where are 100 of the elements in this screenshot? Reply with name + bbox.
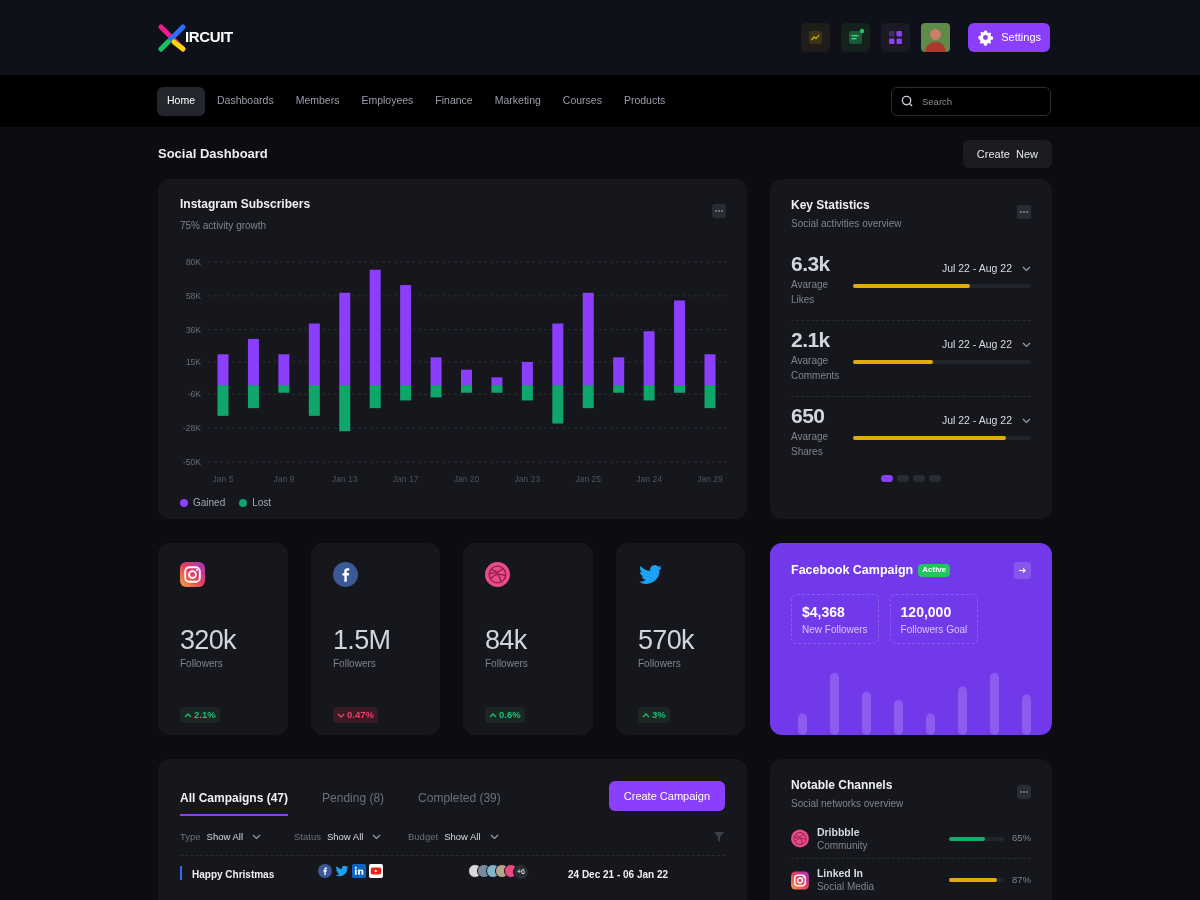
stat-label: Avarage Likes <box>791 278 830 307</box>
nav-tab[interactable]: Home <box>157 86 205 116</box>
chart-bar <box>798 713 807 735</box>
axis-label: 58K <box>185 290 201 301</box>
follower-count: 570k <box>638 624 696 656</box>
stat-value: 2.1k <box>791 327 831 353</box>
follower-count: 84k <box>485 624 528 656</box>
follower-label: Followers <box>180 657 224 671</box>
stat-label: Avarage Comments <box>791 354 841 383</box>
instagram-icon <box>180 562 205 587</box>
card-subtitle: Social activities overview <box>791 217 902 231</box>
linkedin-icon <box>352 864 366 879</box>
filter-label: Status <box>294 830 321 844</box>
settings-icon <box>977 29 995 46</box>
campaign-tab[interactable]: Completed (39) <box>418 789 501 816</box>
search-field[interactable]: Search <box>891 86 1051 116</box>
twitter-icon <box>638 562 663 587</box>
filter-dropdown[interactable]: Show All <box>444 830 499 845</box>
chart-bar <box>926 713 935 735</box>
channel-name: Linked In <box>816 866 864 880</box>
filter-dropdown[interactable]: Show All <box>326 830 382 845</box>
chevron-down-icon <box>252 834 262 841</box>
legend-label: Gained <box>193 496 226 510</box>
more-button[interactable] <box>1017 205 1031 219</box>
filter-dropdown[interactable]: Show All <box>206 830 262 845</box>
campaign-name: Happy Christmas <box>192 869 275 881</box>
avatar[interactable] <box>921 23 951 52</box>
chevron-down-icon <box>489 834 499 841</box>
chart-bar <box>491 377 503 386</box>
chevron-down-icon[interactable] <box>1022 341 1031 348</box>
axis-label: Jan 5 <box>212 474 234 484</box>
nav-tab[interactable]: Dashboards <box>207 86 284 116</box>
channel-category: Social Media <box>816 880 876 894</box>
nav-tab[interactable]: Employees <box>351 86 424 116</box>
apps-button[interactable] <box>881 23 911 52</box>
create-campaign-button[interactable]: Create Campaign <box>608 781 725 811</box>
more-button[interactable] <box>1017 785 1031 799</box>
filter-label: Type <box>180 830 201 844</box>
chart-bar <box>1022 694 1031 735</box>
chart-bar <box>217 385 229 416</box>
chart-bar <box>958 686 967 735</box>
more-button[interactable] <box>712 204 726 218</box>
nav-tab[interactable]: Marketing <box>484 86 551 116</box>
channel-percent: 87% <box>1012 872 1031 887</box>
chart-bar <box>990 672 999 735</box>
axis-label: -28K <box>183 423 201 434</box>
card-title: Facebook Campaign <box>791 562 914 579</box>
chart-bar <box>704 354 716 386</box>
card-title: Instagram Subscribers <box>180 196 311 213</box>
axis-label: Jan 25 <box>575 474 601 484</box>
follower-label: Followers <box>333 657 377 671</box>
axis-label: 36K <box>185 324 201 335</box>
arrow-up-icon <box>489 711 497 719</box>
card-subtitle: 75% activity growth <box>180 219 268 233</box>
arrow-button[interactable] <box>1014 561 1031 579</box>
stat-label: Avarage Shares <box>791 430 830 459</box>
stat-value: 120,000 <box>900 602 953 621</box>
campaign-tab[interactable]: All Campaigns (47) <box>180 789 289 816</box>
chart-bar <box>894 699 903 735</box>
nav-tab[interactable]: Finance <box>425 86 483 116</box>
nav-tab[interactable]: Products <box>613 86 676 116</box>
arrow-up-icon <box>184 711 192 719</box>
follower-label: Followers <box>485 657 529 671</box>
campaign-dates: 24 Dec 21 - 06 Jan 22 <box>568 869 669 881</box>
nav-tab[interactable]: Courses <box>552 86 612 116</box>
channel-percent: 65% <box>1012 831 1031 846</box>
chevron-down-icon[interactable] <box>1022 265 1031 272</box>
chart-bar <box>830 672 839 735</box>
filter-label: Budget <box>408 830 439 844</box>
youtube-icon <box>369 864 383 879</box>
axis-label: -50K <box>183 457 201 467</box>
change-badge: 2.1% <box>180 707 220 723</box>
chart-bar <box>862 691 871 735</box>
status-badge: Active <box>918 563 951 577</box>
arrow-up-icon <box>642 711 650 719</box>
date-range: Jul 22 - Aug 22 <box>941 413 1012 428</box>
stat-value: 6.3k <box>791 251 831 277</box>
logo-icon <box>157 22 187 53</box>
row-accent <box>180 866 182 881</box>
arrow-down-icon <box>337 711 345 719</box>
create-new-button[interactable]: Create New <box>962 140 1052 168</box>
chevron-down-icon[interactable] <box>1022 417 1031 424</box>
change-badge: 3% <box>638 707 670 723</box>
settings-button[interactable]: Settings <box>968 23 1050 52</box>
facebook-icon <box>318 864 332 879</box>
twitter-icon <box>335 864 349 879</box>
change-badge: 0.6% <box>485 707 525 723</box>
chart-button[interactable] <box>801 23 831 52</box>
nav-tab[interactable]: Members <box>285 86 350 116</box>
channel-category: Community <box>816 838 869 853</box>
message-button[interactable] <box>841 23 871 52</box>
stat-value: $4,368 <box>802 602 846 621</box>
chart-bar <box>704 385 716 409</box>
campaign-tab[interactable]: Pending (8) <box>322 789 385 816</box>
dribbble-icon <box>485 562 510 587</box>
instagram-icon <box>791 869 809 891</box>
logo-text: IRCUIT <box>185 27 233 48</box>
change-badge: 0.47% <box>333 707 378 723</box>
stat-label: New Followers <box>802 622 868 637</box>
chevron-down-icon <box>372 834 382 841</box>
